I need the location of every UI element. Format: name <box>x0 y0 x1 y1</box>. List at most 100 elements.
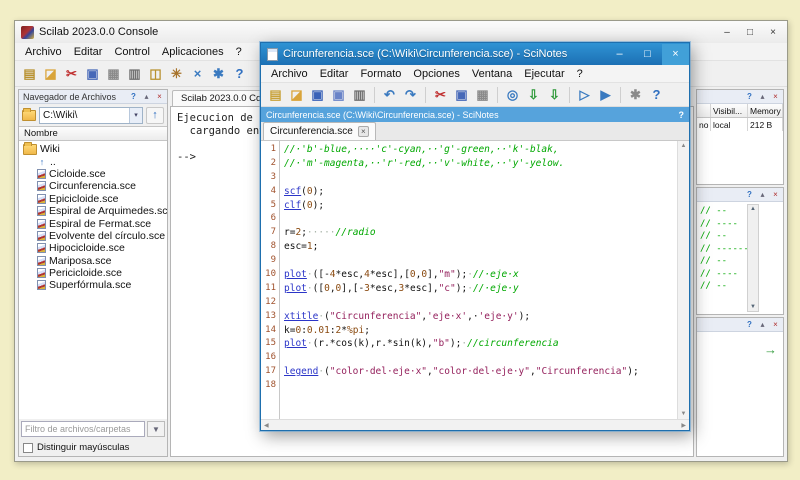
copy-icon[interactable]: ▣ <box>83 64 102 83</box>
variable-browser-row[interactable]: no local 212 B <box>697 118 783 131</box>
scilab-maximize-button[interactable]: □ <box>739 24 761 40</box>
scilab-menu-aplicaciones[interactable]: Aplicaciones <box>156 44 230 60</box>
name-column-header[interactable]: Nombre <box>19 126 167 141</box>
scilab-menu-help[interactable]: ? <box>230 44 248 60</box>
panel-close-icon[interactable]: × <box>154 91 165 102</box>
tree-item-pericicloide-sce[interactable]: Pericicloide.sce <box>19 267 167 279</box>
file-tree[interactable]: Wiki ↑.. Cicloide.sce Circunferencia.sce Epi… <box>19 141 167 419</box>
change-directory-icon[interactable]: ◫ <box>146 64 165 83</box>
clear-console-icon[interactable]: ✳ <box>167 64 186 83</box>
scinotes-menu-ventana[interactable]: Ventana <box>466 66 518 82</box>
preferences-icon[interactable]: ✱ <box>209 64 228 83</box>
command-history-list[interactable]: // -- // ---- // -- // ------ // -- // ---- //… <box>697 202 783 314</box>
tree-item-espiral-de-fermat-sce[interactable]: Espiral de Fermat.sce <box>19 217 167 230</box>
tree-item-parent-dir[interactable]: ↑.. <box>19 155 167 168</box>
tree-item-espiral-de-arquimedes-sce[interactable]: Espiral de Arquimedes.sce <box>19 205 167 217</box>
scilab-menu-editar[interactable]: Editar <box>68 44 109 60</box>
scroll-up-icon[interactable]: ▲ <box>750 206 756 212</box>
code-editor[interactable]: 1 2 3 4 5 6 7 8 9 10 11 12 13 14 15 16 17 18 //·'b'-blue,… <box>261 141 689 419</box>
vb-column-memory[interactable]: Memory <box>748 104 783 117</box>
scinotes-menu-editar[interactable]: Editar <box>314 66 355 82</box>
tab-close-icon[interactable]: × <box>357 126 369 137</box>
editor-hscrollbar[interactable]: ◀ ▶ <box>261 419 689 430</box>
redo-icon[interactable]: ↷ <box>401 85 420 104</box>
scilab-close-button[interactable]: × <box>762 24 784 40</box>
scinotes-menu-help[interactable]: ? <box>571 66 589 82</box>
infobar-help-icon[interactable]: ? <box>679 110 685 120</box>
panel-help-icon[interactable]: ? <box>744 319 755 330</box>
tree-item-hipocicloide-sce[interactable]: Hipocicloide.sce <box>19 242 167 254</box>
print-icon[interactable]: ▥ <box>350 85 369 104</box>
import-icon[interactable]: ⇩ <box>524 85 543 104</box>
tree-item-epicicloide-sce[interactable]: Epicicloide.sce <box>19 193 167 205</box>
scroll-down-icon[interactable]: ▼ <box>750 304 756 310</box>
scinotes-maximize-button[interactable]: □ <box>634 44 661 65</box>
code-area[interactable]: //·'b'-blue,····'c'-cyan,··'g'-green,··'… <box>280 141 677 419</box>
panel-undock-icon[interactable]: ▴ <box>757 91 768 102</box>
tab-circunferencia[interactable]: Circunferencia.sce × <box>263 122 376 140</box>
scilab-titlebar[interactable]: Scilab 2023.0.0 Console – □ × <box>15 21 787 43</box>
history-scrollbar[interactable]: ▲ ▼ <box>747 204 759 312</box>
launch-editor-icon[interactable]: ▤ <box>20 64 39 83</box>
scinotes-menu-archivo[interactable]: Archivo <box>265 66 314 82</box>
scinotes-close-button[interactable]: × <box>662 43 689 65</box>
tree-item-cicloide-sce[interactable]: Cicloide.sce <box>19 168 167 180</box>
parent-directory-button[interactable]: ↑ <box>146 106 164 124</box>
scroll-right-icon[interactable]: ▶ <box>681 422 686 429</box>
execute-save-icon[interactable]: ▷ <box>575 85 594 104</box>
undo-icon[interactable]: ↶ <box>380 85 399 104</box>
tree-item-superf-rmula-sce[interactable]: Superfórmula.sce <box>19 279 167 291</box>
panel-undock-icon[interactable]: ▴ <box>757 319 768 330</box>
panel-undock-icon[interactable]: ▴ <box>141 91 152 102</box>
scinotes-menu-formato[interactable]: Formato <box>354 66 407 82</box>
scroll-left-icon[interactable]: ◀ <box>264 422 269 429</box>
green-arrow-icon[interactable]: → <box>764 342 777 357</box>
print-icon[interactable]: ▥ <box>125 64 144 83</box>
sce-file-icon <box>37 280 46 291</box>
scinotes-menu-ejecutar[interactable]: Ejecutar <box>518 66 570 82</box>
scilab-menu-archivo[interactable]: Archivo <box>19 44 68 60</box>
panel-help-icon[interactable]: ? <box>128 91 139 102</box>
filter-input[interactable] <box>21 421 145 437</box>
panel-undock-icon[interactable]: ▴ <box>757 189 768 200</box>
new-file-icon[interactable]: ▤ <box>266 85 285 104</box>
combo-dropdown-icon[interactable]: ▾ <box>129 107 142 123</box>
cut-icon[interactable]: ✂ <box>62 64 81 83</box>
copy-icon[interactable]: ▣ <box>452 85 471 104</box>
scroll-up-icon[interactable]: ▲ <box>681 143 687 149</box>
export-icon[interactable]: ⇩ <box>545 85 564 104</box>
save-as-icon[interactable]: ▣ <box>329 85 348 104</box>
search-icon[interactable]: ◎ <box>503 85 522 104</box>
scinotes-minimize-button[interactable]: – <box>606 44 633 65</box>
vb-column-visibil[interactable]: Visibil... <box>711 104 748 117</box>
panel-close-icon[interactable]: × <box>770 319 781 330</box>
scroll-down-icon[interactable]: ▼ <box>681 411 687 417</box>
tree-item-root-folder[interactable]: Wiki <box>19 141 167 155</box>
tree-item-mariposa-sce[interactable]: Mariposa.sce <box>19 255 167 267</box>
help-icon[interactable]: ? <box>230 64 249 83</box>
paste-icon[interactable]: ▦ <box>104 64 123 83</box>
panel-help-icon[interactable]: ? <box>744 189 755 200</box>
open-file-icon[interactable]: ◪ <box>41 64 60 83</box>
panel-close-icon[interactable]: × <box>770 189 781 200</box>
panel-help-icon[interactable]: ? <box>744 91 755 102</box>
open-file-icon[interactable]: ◪ <box>287 85 306 104</box>
tree-item-evolvente-del-c-rculo-sce[interactable]: Evolvente del círculo.sce <box>19 230 167 242</box>
abort-icon[interactable]: × <box>188 64 207 83</box>
execute-icon[interactable]: ▶ <box>596 85 615 104</box>
scinotes-menu-opciones[interactable]: Opciones <box>407 66 465 82</box>
scilab-menu-control[interactable]: Control <box>108 44 155 60</box>
path-combobox[interactable]: C:\Wiki\ ▾ <box>39 106 143 124</box>
help-icon[interactable]: ? <box>647 85 666 104</box>
save-icon[interactable]: ▣ <box>308 85 327 104</box>
case-sensitive-checkbox[interactable] <box>23 442 33 453</box>
tree-item-circunferencia-sce[interactable]: Circunferencia.sce <box>19 180 167 192</box>
paste-icon[interactable]: ▦ <box>473 85 492 104</box>
funnel-filter-icon[interactable]: ▼ <box>147 421 165 437</box>
editor-vscrollbar[interactable]: ▲ ▼ <box>677 141 689 419</box>
settings-icon[interactable]: ✱ <box>626 85 645 104</box>
scinotes-titlebar[interactable]: Circunferencia.sce (C:\Wiki\Circunferenc… <box>261 43 689 65</box>
scilab-minimize-button[interactable]: – <box>716 24 738 40</box>
panel-close-icon[interactable]: × <box>770 91 781 102</box>
cut-icon[interactable]: ✂ <box>431 85 450 104</box>
